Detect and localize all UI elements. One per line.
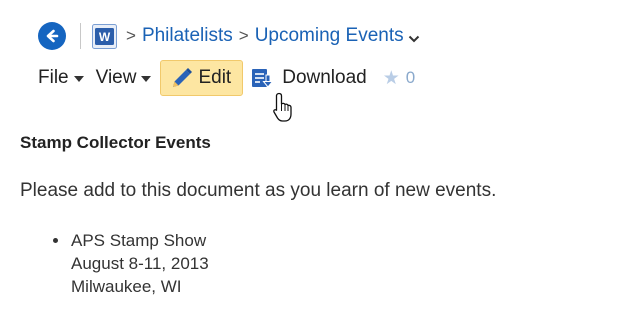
document-intro: Please add to this document as you learn…	[20, 180, 497, 201]
event-name: APS Stamp Show	[71, 231, 207, 250]
word-document-icon[interactable]: W	[92, 23, 117, 49]
document-title: Stamp Collector Events	[20, 133, 211, 152]
edit-button[interactable]: Edit	[160, 60, 244, 96]
rating-button[interactable]: ★ 0	[383, 67, 416, 90]
breadcrumb-item-upcoming-events[interactable]: Upcoming Events	[255, 25, 404, 47]
breadcrumb-divider	[80, 23, 81, 49]
view-menu-label: View	[95, 67, 137, 88]
event-location: Milwaukee, WI	[71, 277, 182, 296]
word-icon-letter: W	[99, 30, 111, 44]
list-item: APS Stamp Show August 8-11, 2013 Milwauk…	[50, 229, 209, 298]
rating-count: 0	[405, 68, 416, 87]
caret-down-icon	[73, 76, 84, 82]
download-button-label: Download	[282, 67, 367, 88]
breadcrumb-item-philatelists[interactable]: Philatelists	[142, 25, 233, 47]
star-icon: ★	[382, 67, 400, 89]
back-button[interactable]	[38, 22, 66, 50]
download-button[interactable]: Download	[251, 67, 367, 89]
file-menu-label: File	[38, 67, 69, 88]
caret-down-icon	[141, 76, 152, 82]
breadcrumb-separator: >	[238, 26, 249, 45]
breadcrumb: W > Philatelists > Upcoming Events	[38, 21, 420, 51]
breadcrumb-separator: >	[126, 26, 136, 45]
document-toolbar: File View Edit Download ★ 0	[38, 60, 415, 96]
download-icon	[252, 69, 274, 88]
mouse-pointer-icon	[273, 92, 292, 122]
pencil-icon	[173, 68, 193, 87]
bullet-icon	[53, 238, 58, 243]
edit-button-label: Edit	[198, 67, 232, 88]
event-list: APS Stamp Show August 8-11, 2013 Milwauk…	[50, 229, 209, 298]
back-arrow-icon	[46, 29, 59, 43]
chevron-down-icon[interactable]	[408, 34, 420, 44]
page: W > Philatelists > Upcoming Events File …	[0, 0, 635, 321]
view-menu[interactable]: View	[96, 67, 152, 89]
file-menu[interactable]: File	[38, 67, 84, 89]
event-dates: August 8-11, 2013	[71, 254, 209, 273]
